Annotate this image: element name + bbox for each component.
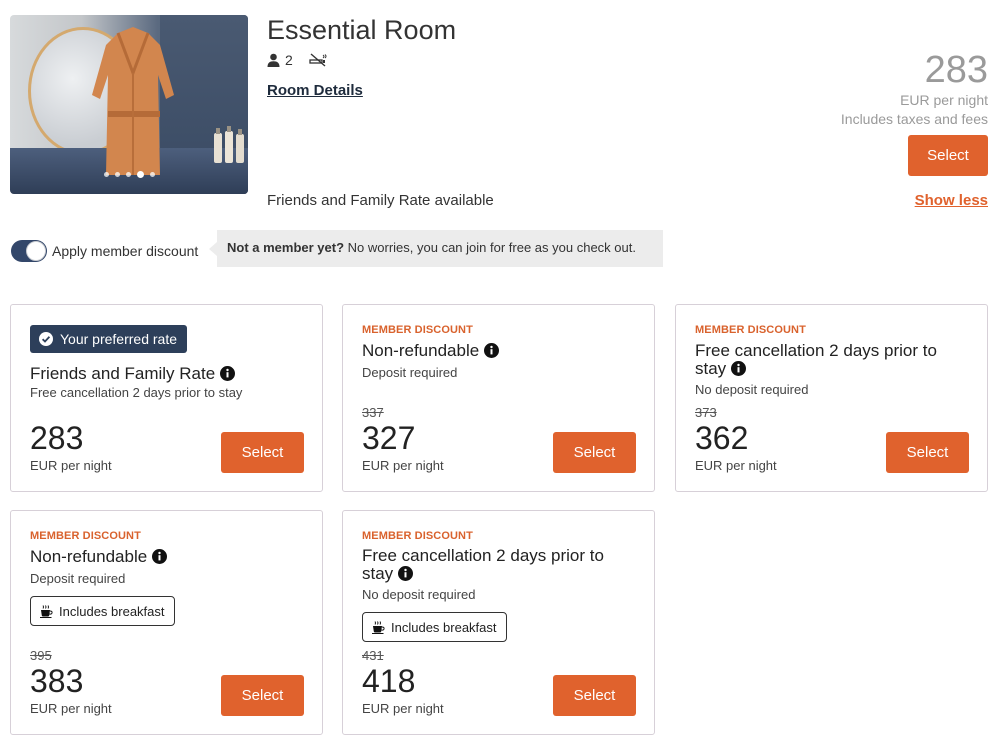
rate-name: Non-refundable: [30, 548, 300, 566]
info-icon[interactable]: [484, 343, 500, 358]
select-rate-button[interactable]: Select: [553, 675, 636, 716]
original-price: 395: [30, 648, 52, 663]
carousel-dot[interactable]: [125, 172, 131, 178]
rate-name: Free cancellation 2 days prior to stay: [362, 546, 604, 583]
preferred-rate-label: Your preferred rate: [60, 331, 177, 347]
room-details-link[interactable]: Room Details: [267, 82, 363, 99]
coffee-cup-icon: [372, 620, 385, 634]
member-discount-label: MEMBER DISCOUNT: [30, 530, 141, 542]
rate-per-night: EUR per night: [30, 701, 112, 716]
rate-per-night: EUR per night: [30, 458, 112, 473]
info-icon[interactable]: [220, 366, 236, 381]
member-discount-toggle[interactable]: [11, 240, 47, 262]
rate-card-member-nonrefundable: MEMBER DISCOUNT Non-refundable Deposit r…: [342, 304, 655, 492]
check-circle-icon: [39, 332, 53, 346]
room-meta: 2: [267, 52, 327, 68]
breakfast-label: Includes breakfast: [391, 619, 497, 635]
select-rate-button[interactable]: Select: [886, 432, 969, 473]
rate-price: 283: [30, 420, 84, 456]
select-rate-button[interactable]: Select: [221, 675, 304, 716]
rate-card-preferred: Your preferred rate Friends and Family R…: [10, 304, 323, 492]
show-less-link[interactable]: Show less: [915, 192, 988, 209]
summary-per-night: EUR per night: [900, 92, 988, 108]
carousel-dot[interactable]: [149, 172, 155, 178]
member-discount-label: MEMBER DISCOUNT: [362, 324, 473, 336]
summary-price: 283: [924, 49, 988, 91]
original-price: 337: [362, 405, 384, 420]
member-callout: Not a member yet? No worries, you can jo…: [209, 230, 663, 267]
callout-text: No worries, you can join for free as you…: [344, 240, 636, 255]
preferred-rate-badge: Your preferred rate: [30, 325, 187, 353]
rate-per-night: EUR per night: [362, 458, 444, 473]
rate-availability-note: Friends and Family Rate available: [267, 192, 494, 209]
coffee-cup-icon: [40, 604, 53, 618]
original-price: 373: [695, 405, 717, 420]
carousel-dot[interactable]: [103, 172, 109, 178]
summary-price-block: 283 EUR per night Includes taxes and fee…: [841, 50, 988, 127]
rate-conditions: No deposit required: [695, 382, 809, 397]
breakfast-label: Includes breakfast: [59, 603, 165, 619]
breakfast-chip: Includes breakfast: [30, 596, 175, 626]
rate-conditions: Deposit required: [362, 365, 458, 380]
original-price: 431: [362, 648, 384, 663]
member-discount-label: MEMBER DISCOUNT: [695, 324, 806, 336]
rate-conditions: Deposit required: [30, 571, 126, 586]
no-smoking-icon: [309, 53, 327, 67]
rate-name: Friends and Family Rate: [30, 365, 300, 383]
rate-per-night: EUR per night: [362, 701, 444, 716]
rate-price: 383: [30, 663, 84, 699]
select-room-button[interactable]: Select: [908, 135, 988, 176]
room-image-carousel[interactable]: [10, 15, 248, 194]
rate-name: Non-refundable: [362, 342, 632, 360]
callout-heading: Not a member yet?: [227, 240, 345, 255]
member-discount-label: Apply member discount: [52, 243, 199, 259]
info-icon[interactable]: [731, 361, 747, 376]
rate-conditions: Free cancellation 2 days prior to stay: [30, 385, 243, 400]
breakfast-chip: Includes breakfast: [362, 612, 507, 642]
carousel-dots: [10, 166, 248, 184]
toggle-knob: [26, 241, 46, 261]
rate-price: 418: [362, 663, 416, 699]
info-icon[interactable]: [152, 549, 168, 564]
bathrobe-image: [92, 27, 174, 175]
select-rate-button[interactable]: Select: [221, 432, 304, 473]
rate-name: Free cancellation 2 days prior to stay: [695, 341, 937, 378]
info-icon[interactable]: [398, 566, 414, 581]
carousel-dot[interactable]: [114, 172, 120, 178]
rate-card-member-free-cancellation: MEMBER DISCOUNT Free cancellation 2 days…: [675, 304, 988, 492]
carousel-dot-active[interactable]: [136, 171, 144, 179]
rate-per-night: EUR per night: [695, 458, 777, 473]
guest-count: 2: [285, 52, 293, 68]
summary-taxes-note: Includes taxes and fees: [840, 111, 988, 127]
rate-price: 327: [362, 420, 416, 456]
rate-card-member-free-cancellation-breakfast: MEMBER DISCOUNT Free cancellation 2 days…: [342, 510, 655, 735]
room-title: Essential Room: [267, 15, 457, 45]
person-icon: [267, 53, 280, 67]
rate-price: 362: [695, 420, 749, 456]
member-discount-label: MEMBER DISCOUNT: [362, 530, 473, 542]
select-rate-button[interactable]: Select: [553, 432, 636, 473]
toiletries-image: [214, 126, 244, 163]
rate-card-member-nonrefundable-breakfast: MEMBER DISCOUNT Non-refundable Deposit r…: [10, 510, 323, 735]
rate-conditions: No deposit required: [362, 587, 476, 602]
